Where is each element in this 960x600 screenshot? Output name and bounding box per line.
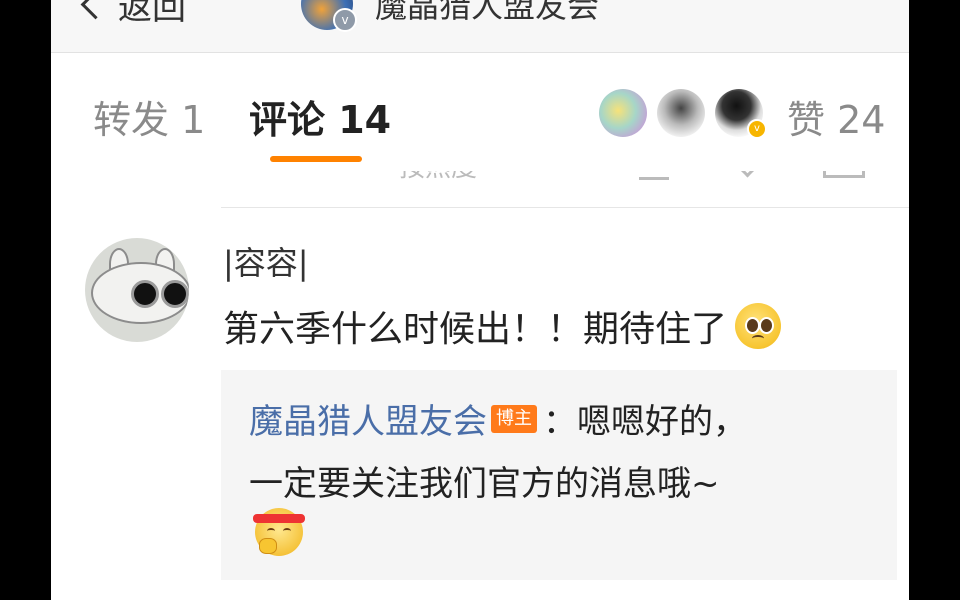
reply-text-2: 一定要关注我们官方的消息哦~ [249, 464, 720, 504]
comment-text: 第六季什么时候出！！期待住了 [223, 300, 782, 352]
reply-author[interactable]: 魔晶猎人盟友会 [249, 394, 487, 443]
chevron-down-icon[interactable] [735, 171, 760, 178]
sort-label[interactable]: 按热度 [399, 171, 477, 184]
layout-icon[interactable] [639, 171, 669, 180]
interaction-tabs: 转发 1 评论 14 v 赞 24 [51, 53, 909, 171]
tab-likes[interactable]: 赞 24 [787, 89, 885, 144]
tab-forward[interactable]: 转发 1 [93, 89, 205, 144]
avatar[interactable] [85, 238, 189, 342]
liker-avatars[interactable]: v [599, 89, 773, 139]
active-tab-indicator [270, 156, 362, 162]
reply-line: 魔晶猎人盟友会 博主 ：嗯嗯好的， [249, 394, 747, 443]
verified-icon: v [333, 8, 357, 32]
account-avatar[interactable]: v [301, 0, 357, 32]
reply-text-1: ：嗯嗯好的， [543, 402, 747, 442]
sort-toolbar: 按热度 [221, 171, 909, 208]
avatar [599, 89, 647, 137]
comment-item: |容容| 第六季什么时候出！！期待住了 魔晶猎人盟友会 博主 ：嗯嗯好的， 一定… [51, 208, 909, 600]
comment-author[interactable]: |容容| [223, 238, 309, 284]
phone-screen: 返回 v 魔晶猎人盟友会 转发 1 评论 14 v 赞 24 按热度 [51, 0, 909, 600]
author-badge: 博主 [491, 404, 537, 433]
avatar [657, 89, 705, 137]
chevron-left-icon [80, 0, 111, 20]
image-icon[interactable] [823, 171, 865, 178]
top-nav-bar: 返回 v 魔晶猎人盟友会 [51, 0, 909, 53]
tab-comment[interactable]: 评论 14 [249, 89, 391, 144]
working-hard-face-icon [253, 508, 305, 556]
back-button[interactable]: 返回 [80, 0, 186, 29]
back-label: 返回 [118, 0, 186, 28]
pleading-face-icon [735, 303, 782, 349]
comment-body: 第六季什么时候出！！期待住了 [223, 309, 728, 350]
page-header: v 魔晶猎人盟友会 [301, 0, 600, 32]
reply-box[interactable]: 魔晶猎人盟友会 博主 ：嗯嗯好的， 一定要关注我们官方的消息哦~ [221, 370, 897, 580]
page-title: 魔晶猎人盟友会 [375, 0, 600, 25]
avatar: v [715, 89, 767, 139]
verified-icon: v [747, 119, 767, 139]
